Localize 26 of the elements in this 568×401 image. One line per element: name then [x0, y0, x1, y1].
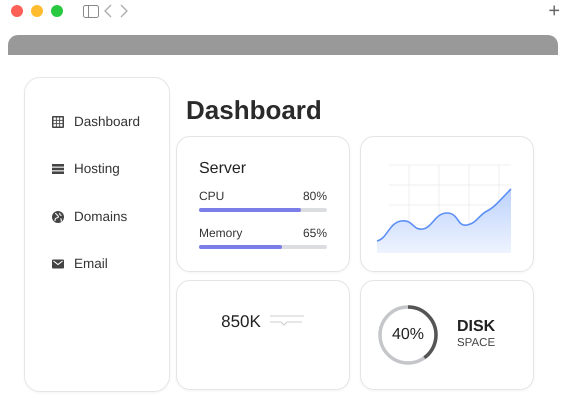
disk-title: DISK	[457, 318, 496, 336]
sidebar-item[interactable]: Hosting	[51, 159, 120, 180]
page-title: Dashboard	[186, 95, 323, 126]
stat-value: 850K	[221, 311, 261, 334]
sidebar-item[interactable]: Domains	[51, 206, 128, 227]
gauge-reading: 40%	[392, 325, 424, 346]
ring-gauge	[377, 304, 439, 366]
forward-icon[interactable]	[120, 4, 128, 18]
zoom-button[interactable]	[51, 5, 63, 17]
card-title: Server	[199, 159, 248, 180]
close-button[interactable]	[11, 5, 23, 17]
meter-reading: 65%	[302, 225, 327, 242]
new-tab-button[interactable]: +	[548, 1, 560, 21]
sidebar-item[interactable]: Email	[51, 254, 108, 274]
meter-label: CPU	[199, 188, 224, 206]
sidebar-item[interactable]: Dashboard	[51, 112, 140, 132]
mail-icon	[51, 256, 65, 271]
sidebar-icon[interactable]	[83, 4, 99, 18]
disk-subtitle: SPACE	[457, 336, 496, 352]
stack-icon	[51, 162, 65, 176]
meter-reading: 80%	[302, 188, 327, 206]
globe-icon	[51, 210, 65, 224]
minimize-button[interactable]	[31, 5, 43, 17]
grid-icon	[51, 115, 65, 130]
back-icon[interactable]	[104, 4, 112, 18]
meter-label: Memory	[199, 225, 242, 242]
